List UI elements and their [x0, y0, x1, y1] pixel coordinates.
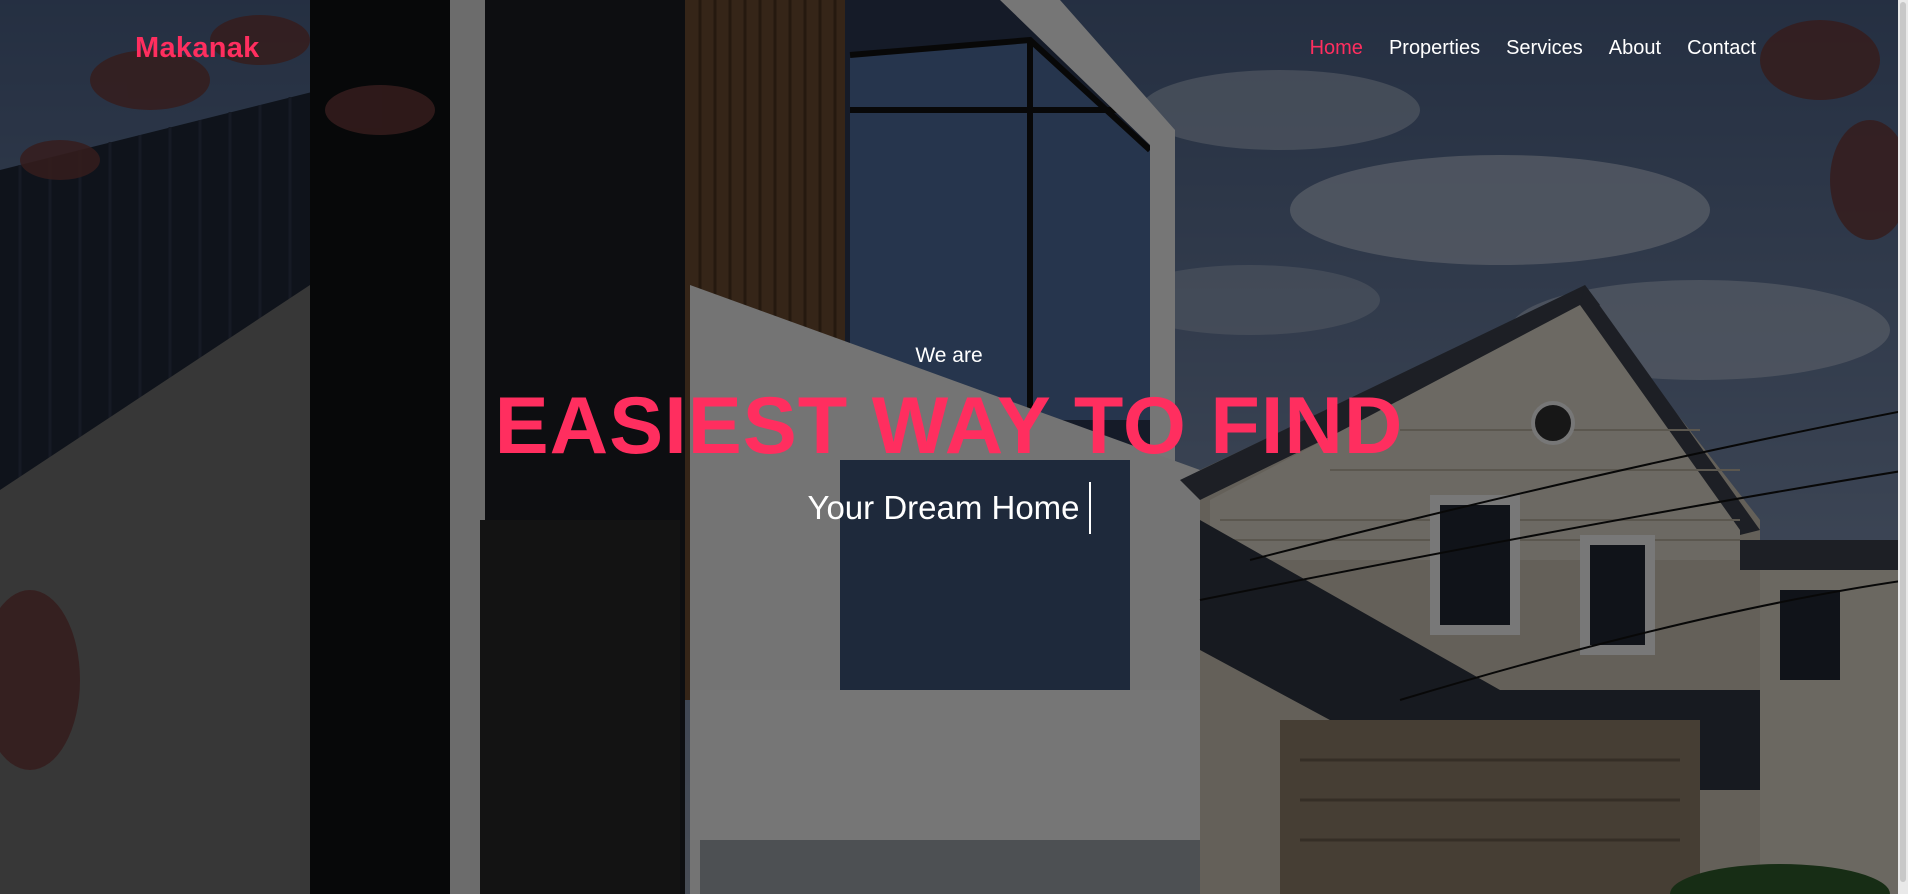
page-scrollbar[interactable] — [1898, 0, 1908, 894]
hero-intro: We are — [915, 344, 983, 367]
brand-logo[interactable]: Makanak — [135, 32, 260, 65]
nav-link-home[interactable]: Home — [1310, 37, 1363, 59]
nav-item-about: About — [1609, 37, 1661, 60]
landing-page: Makanak Home Properties Services About C… — [0, 0, 1908, 894]
nav-links: Home Properties Services About Contact — [1310, 37, 1756, 60]
typed-text: Your Dream Home — [807, 489, 1080, 526]
hero-typed-subtitle: Your Dream Home — [807, 480, 1091, 536]
nav-link-properties[interactable]: Properties — [1389, 37, 1480, 59]
nav-item-home: Home — [1310, 37, 1363, 60]
scrollbar-thumb[interactable] — [1900, 2, 1906, 882]
nav-item-properties: Properties — [1389, 37, 1480, 60]
nav-link-services[interactable]: Services — [1506, 37, 1583, 59]
nav-item-services: Services — [1506, 37, 1583, 60]
typing-cursor — [1088, 482, 1091, 534]
nav-link-contact[interactable]: Contact — [1687, 37, 1756, 59]
navbar: Makanak Home Properties Services About C… — [0, 0, 1898, 96]
nav-link-about[interactable]: About — [1609, 37, 1661, 59]
nav-item-contact: Contact — [1687, 37, 1756, 60]
hero-headline: EASIEST WAY TO FIND — [494, 381, 1404, 471]
hero-section: We are EASIEST WAY TO FIND Your Dream Ho… — [0, 336, 1898, 536]
